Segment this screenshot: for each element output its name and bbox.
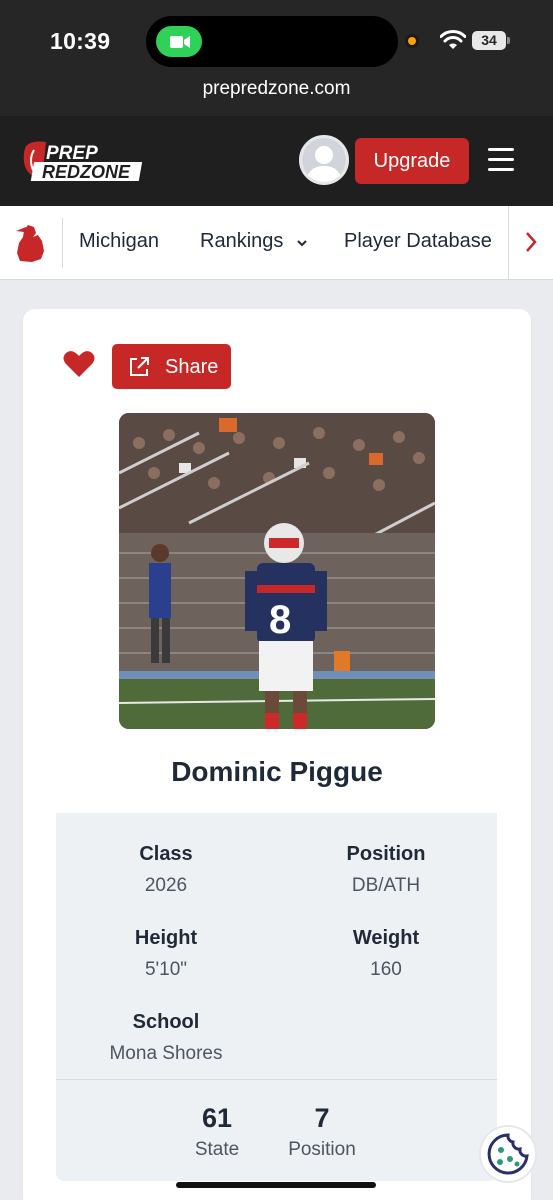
site-header: PREP REDZONE Upgrade [0, 116, 553, 206]
cookie-icon [487, 1133, 529, 1175]
svg-text:REDZONE: REDZONE [42, 162, 131, 182]
stat-class: Class 2026 [56, 843, 276, 897]
url-text[interactable]: prepredzone.com [0, 78, 553, 100]
stat-value: 160 [370, 959, 402, 980]
heart-icon[interactable] [63, 350, 95, 378]
share-label: Share [165, 356, 219, 378]
svg-text:PREP: PREP [46, 143, 98, 164]
user-icon [302, 138, 346, 182]
share-button[interactable]: Share [112, 344, 231, 389]
player-stats-panel: Class 2026 Position DB/ATH Height 5'10" … [56, 813, 497, 1181]
status-time: 10:39 [50, 28, 111, 54]
video-camera-icon [170, 36, 190, 48]
stat-value: 5'10" [144, 959, 188, 980]
external-link-icon [130, 357, 149, 376]
user-avatar[interactable] [299, 135, 349, 185]
svg-text:8: 8 [269, 598, 291, 642]
stat-label: Class [139, 843, 193, 865]
stats-divider [56, 1079, 497, 1080]
player-profile-card: Share 8 Dominic Piggue Class 2026 Positi… [23, 309, 531, 1200]
stat-label: Weight [352, 927, 420, 949]
chevron-right-icon [526, 232, 537, 252]
nav-scroll-right-button[interactable] [508, 206, 553, 279]
dynamic-island [146, 16, 398, 67]
stat-label: School [132, 1011, 200, 1033]
upgrade-button[interactable]: Upgrade [355, 138, 469, 184]
prep-redzone-logo[interactable]: PREP REDZONE [22, 140, 148, 182]
battery-icon [507, 37, 510, 44]
wifi-icon [440, 30, 466, 49]
browser-url-bar[interactable]: prepredzone.com [0, 74, 553, 116]
stat-height: Height 5'10" [56, 927, 276, 981]
stat-weight: Weight 160 [276, 927, 496, 981]
stat-value: 2026 [144, 875, 188, 896]
player-photo-image: 8 [119, 413, 435, 729]
position-ranking[interactable]: 7 Position [272, 1103, 372, 1161]
stat-value: DB/ATH [351, 875, 421, 896]
rank-number: 7 [314, 1103, 330, 1133]
status-bar: 10:39 34 [0, 0, 553, 74]
player-photo[interactable]: 8 [119, 413, 435, 729]
stat-school: School Mona Shores [56, 1011, 276, 1065]
home-indicator[interactable] [176, 1182, 376, 1188]
stat-label: Position [346, 843, 426, 865]
stat-value[interactable]: Mona Shores [56, 1043, 276, 1065]
rank-label: Position [288, 1139, 356, 1160]
site-nav: Michigan Rankings Player Database [0, 206, 553, 280]
privacy-indicator [405, 34, 419, 48]
stat-label: Height [134, 927, 198, 949]
stat-position: Position DB/ATH [276, 843, 496, 897]
rank-number: 61 [201, 1103, 233, 1133]
hamburger-menu-icon[interactable] [486, 146, 518, 174]
nav-item-michigan[interactable]: Michigan [79, 230, 159, 253]
cookie-settings-button[interactable] [479, 1125, 537, 1183]
nav-item-rankings[interactable]: Rankings [200, 230, 283, 253]
rank-label: State [194, 1139, 240, 1160]
michigan-state-icon[interactable] [14, 223, 50, 263]
nav-divider [62, 218, 63, 268]
facetime-indicator[interactable] [156, 26, 202, 57]
nav-item-player-database[interactable]: Player Database [344, 230, 492, 253]
chevron-down-icon[interactable] [296, 239, 308, 247]
battery-level: 34 [472, 31, 506, 50]
state-ranking[interactable]: 61 State [167, 1103, 267, 1161]
player-name: Dominic Piggue [171, 756, 383, 787]
